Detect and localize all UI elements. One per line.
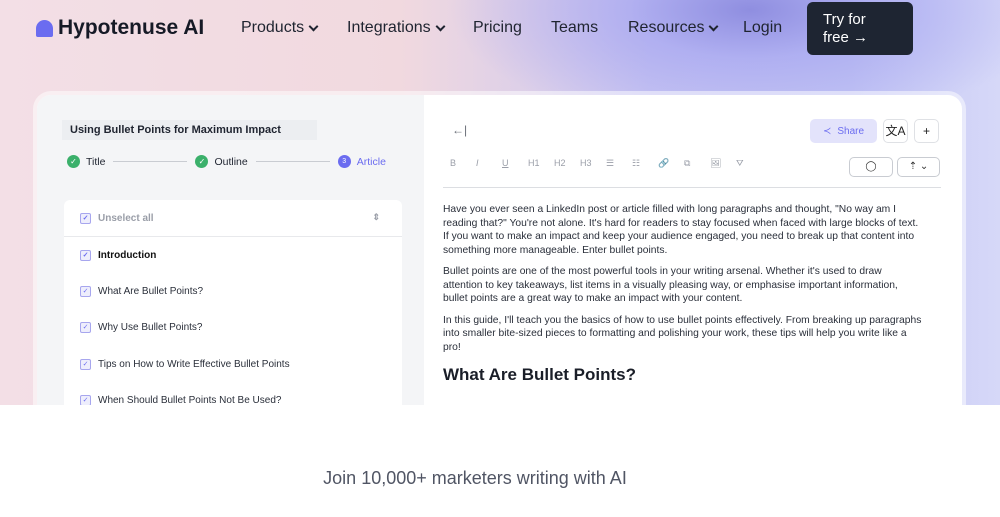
- nav-integrations[interactable]: Integrations: [347, 19, 446, 37]
- italic-icon[interactable]: I: [476, 158, 502, 169]
- nav-resources[interactable]: Resources: [628, 19, 719, 37]
- editor-panel: ←| ≺ Share 文A + B I U H1 H2 H3 ☰ ☷ 🔗 ⧉ 🖼 …: [424, 95, 962, 405]
- export-button[interactable]: ⇡ ⌄: [897, 157, 940, 177]
- nav-login[interactable]: Login: [743, 19, 782, 37]
- clear-format-icon[interactable]: ⛛: [736, 158, 762, 169]
- outline-item[interactable]: ✓ Tips on How to Write Effective Bullet P…: [64, 346, 402, 382]
- bold-icon[interactable]: B: [450, 158, 476, 169]
- h2-icon[interactable]: H2: [554, 158, 580, 169]
- hero-section: Hypotenuse AI Products Integrations Pric…: [0, 0, 1000, 405]
- nav-products[interactable]: Products: [241, 19, 319, 37]
- outline-panel: Using Bullet Points for Maximum Impact ✓…: [37, 95, 424, 405]
- divider: [443, 187, 941, 188]
- step-divider: [113, 161, 188, 162]
- add-button[interactable]: +: [914, 119, 939, 143]
- outline-item[interactable]: ✓ When Should Bullet Points Not Be Used?: [64, 382, 402, 405]
- share-button[interactable]: ≺ Share: [810, 119, 877, 143]
- chevron-down-icon: [709, 21, 719, 31]
- upload-icon: ⇡ ⌄: [908, 161, 929, 172]
- shield-icon: ◯: [865, 161, 877, 172]
- image-icon[interactable]: 🖼: [710, 158, 736, 169]
- logo-icon: [36, 19, 53, 37]
- step-outline[interactable]: Outline: [214, 156, 247, 168]
- underline-icon[interactable]: U: [502, 158, 528, 169]
- top-nav: Hypotenuse AI Products Integrations Pric…: [0, 0, 1000, 56]
- brand-logo[interactable]: Hypotenuse AI: [36, 16, 204, 40]
- sort-icon[interactable]: ⇕: [372, 212, 380, 223]
- checkbox[interactable]: ✓: [80, 322, 91, 334]
- check-icon: ✓: [195, 155, 209, 168]
- tagline: Join 10,000+ marketers writing with AI: [323, 468, 627, 488]
- unlink-icon[interactable]: ⧉: [684, 158, 710, 169]
- stepper: ✓ Title ✓ Outline 3 Article: [67, 155, 386, 168]
- numbered-list-icon[interactable]: ☷: [632, 158, 658, 169]
- paragraph: Have you ever seen a LinkedIn post or ar…: [443, 204, 919, 256]
- try-free-button[interactable]: Try for free →: [807, 2, 913, 55]
- shield-button[interactable]: ◯: [849, 157, 893, 177]
- unselect-all-row[interactable]: ✓ Unselect all ⇕: [64, 200, 402, 237]
- link-icon[interactable]: 🔗: [658, 158, 684, 169]
- outline-item[interactable]: ✓ What Are Bullet Points?: [64, 273, 402, 309]
- outline-item[interactable]: ✓ Why Use Bullet Points?: [64, 310, 402, 346]
- article-body[interactable]: Have you ever seen a LinkedIn post or ar…: [443, 203, 923, 384]
- h3-icon[interactable]: H3: [580, 158, 606, 169]
- checkbox[interactable]: ✓: [80, 249, 91, 261]
- translate-button[interactable]: 文A: [883, 119, 908, 143]
- nav-teams[interactable]: Teams: [551, 19, 598, 37]
- collapse-icon[interactable]: ←|: [452, 123, 467, 137]
- step-divider: [255, 161, 330, 162]
- section-heading: What Are Bullet Points?: [443, 365, 636, 384]
- bullet-list-icon[interactable]: ☰: [606, 158, 632, 169]
- app-preview: Using Bullet Points for Maximum Impact ✓…: [37, 95, 962, 405]
- checkbox[interactable]: ✓: [80, 212, 91, 224]
- step-number: 3: [337, 155, 351, 168]
- chevron-down-icon: [308, 21, 319, 31]
- outline-item[interactable]: ✓ Introduction: [64, 237, 402, 273]
- step-article[interactable]: Article: [357, 156, 386, 168]
- document-title[interactable]: Using Bullet Points for Maximum Impact: [62, 120, 317, 140]
- checkbox[interactable]: ✓: [80, 285, 91, 297]
- share-icon: ≺: [822, 125, 832, 137]
- step-title[interactable]: Title: [86, 156, 105, 168]
- chevron-down-icon: [435, 21, 446, 31]
- paragraph: In this guide, I'll teach you the basics…: [443, 314, 922, 353]
- check-icon: ✓: [67, 155, 80, 168]
- outline-list: ✓ Unselect all ⇕ ✓ Introduction ✓ What Are B…: [64, 200, 402, 405]
- nav-pricing[interactable]: Pricing: [473, 19, 522, 37]
- checkbox[interactable]: ✓: [80, 394, 91, 405]
- h1-icon[interactable]: H1: [528, 158, 554, 169]
- format-toolbar: B I U H1 H2 H3 ☰ ☷ 🔗 ⧉ 🖼 ⛛: [450, 158, 762, 169]
- brand-name: Hypotenuse AI: [58, 16, 205, 39]
- paragraph: Bullet points are one of the most powerf…: [443, 266, 898, 304]
- checkbox[interactable]: ✓: [80, 358, 91, 370]
